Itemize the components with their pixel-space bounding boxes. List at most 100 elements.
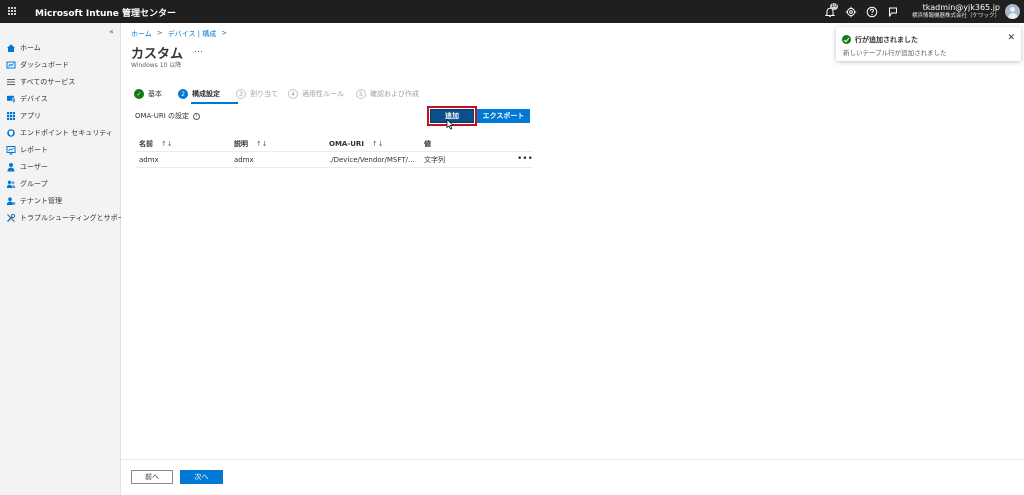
mouse-cursor-icon: [446, 119, 454, 130]
sidebar-item-dashboard[interactable]: ダッシュボード: [6, 58, 69, 72]
step-label: 構成設定: [192, 90, 220, 98]
column-header-description[interactable]: 説明 ↑↓: [234, 136, 268, 152]
step-number: 4: [288, 89, 298, 99]
endpoint-security-icon: [7, 129, 15, 137]
sidebar-item-apps[interactable]: アプリ: [6, 109, 41, 123]
top-icons: 10: [824, 3, 899, 19]
sidebar-item-home[interactable]: ホーム: [6, 41, 41, 55]
sidebar-item-groups[interactable]: グループ: [6, 177, 48, 191]
users-icon: [7, 163, 15, 172]
close-icon[interactable]: ✕: [1007, 33, 1015, 43]
step-label: 適用性ルール: [302, 90, 344, 98]
user-email: tkadmin@yjk365.jp: [922, 3, 1000, 12]
reports-icon: [6, 146, 16, 155]
sort-icon[interactable]: ↑↓: [256, 140, 268, 148]
sidebar-item-label: グループ: [20, 180, 48, 188]
sidebar-item-label: レポート: [20, 146, 48, 154]
tab-basics[interactable]: ✓ 基本: [134, 88, 162, 100]
sidebar-item-reports[interactable]: レポート: [6, 143, 48, 157]
sidebar-item-users[interactable]: ユーザー: [6, 160, 48, 174]
cell-oma-uri: ./Device/Vendor/MSFT/…: [329, 156, 415, 164]
success-check-icon: [842, 35, 851, 44]
info-icon[interactable]: i: [193, 112, 200, 120]
tenant-admin-icon: [6, 197, 16, 205]
sort-icon[interactable]: ↑↓: [372, 140, 384, 148]
breadcrumb-separator: >: [221, 29, 228, 37]
account-info[interactable]: tkadmin@yjk365.jp 横浜情報機器株式会社（ケワック）: [912, 3, 1000, 21]
sidebar-item-label: ホーム: [20, 44, 41, 52]
sidebar-item-label: エンドポイント セキュリティ: [20, 129, 113, 137]
sidebar-item-devices[interactable]: デバイス: [6, 92, 48, 106]
step-label: 確認および作成: [370, 90, 419, 98]
sort-icon[interactable]: ↑↓: [161, 140, 173, 148]
sidebar-item-label: すべてのサービス: [20, 78, 76, 86]
feedback-icon[interactable]: [887, 6, 899, 18]
sidebar-item-label: ダッシュボード: [20, 61, 69, 69]
oma-uri-settings-label: OMA-URI の設定 i: [135, 111, 200, 121]
previous-button[interactable]: 前へ: [131, 470, 173, 484]
page-subtitle: Windows 10 以降: [131, 62, 182, 69]
breadcrumb-devices-link[interactable]: デバイス | 構成: [168, 29, 217, 39]
sidebar-item-troubleshooting[interactable]: トラブルシューティングとサポート: [6, 211, 132, 225]
table-row[interactable]: admx admx ./Device/Vendor/MSFT/… 文字列 •••: [135, 152, 533, 168]
tab-configuration-settings[interactable]: 2 構成設定: [178, 88, 220, 100]
breadcrumb: ホーム > デバイス | 構成 >: [131, 29, 227, 39]
notification-count-badge: 10: [830, 3, 839, 10]
main-content: ホーム > デバイス | 構成 > カスタム … Windows 10 以降 ✓…: [121, 23, 1024, 495]
all-services-icon: [7, 79, 15, 85]
breadcrumb-home-link[interactable]: ホーム: [131, 29, 152, 39]
wizard-footer: 前へ 次へ: [121, 459, 1024, 495]
sidebar-item-label: トラブルシューティングとサポート: [20, 214, 132, 222]
user-organization: 横浜情報機器株式会社（ケワック）: [911, 13, 1000, 19]
section-title: OMA-URI の設定: [135, 112, 189, 120]
sidebar: « ホーム ダッシュボード すべてのサービス デバイス アプリ エンドポイント …: [0, 23, 132, 495]
toast-title: 行が追加されました: [855, 36, 918, 44]
row-more-actions-icon[interactable]: •••: [517, 152, 533, 168]
sidebar-item-label: アプリ: [20, 112, 41, 120]
toast-message: 新しいテーブル行が追加されました: [843, 49, 947, 57]
step-number: 3: [236, 89, 246, 99]
export-button[interactable]: エクスポート: [477, 109, 530, 123]
column-header-value: 値: [424, 140, 431, 148]
step-number: 2: [178, 89, 188, 99]
column-header-oma-uri[interactable]: OMA-URI ↑↓: [329, 136, 384, 152]
tab-review-create[interactable]: 5 確認および作成: [356, 88, 419, 100]
column-header-name[interactable]: 名前 ↑↓: [139, 136, 173, 152]
notifications-icon[interactable]: 10: [824, 3, 839, 18]
apps-icon: [7, 112, 15, 120]
home-icon: [7, 44, 15, 52]
tab-applicability-rules[interactable]: 4 適用性ルール: [288, 88, 344, 100]
active-step-indicator: [191, 102, 238, 104]
step-label: 基本: [148, 90, 162, 98]
app-launcher-icon[interactable]: [8, 7, 17, 16]
dashboard-icon: [6, 61, 16, 69]
more-options-icon[interactable]: …: [194, 45, 203, 55]
sidebar-item-label: デバイス: [20, 95, 48, 103]
app-title[interactable]: Microsoft Intune 管理センター: [35, 6, 176, 19]
sidebar-item-all-services[interactable]: すべてのサービス: [6, 75, 75, 89]
cell-name: admx: [139, 156, 159, 164]
top-bar: Microsoft Intune 管理センター 10 tkadmin@yjk36…: [0, 0, 1024, 23]
troubleshooting-icon: [7, 213, 16, 222]
notification-toast: 行が追加されました 新しいテーブル行が追加されました ✕: [836, 27, 1021, 61]
table-header: 名前 ↑↓ 説明 ↑↓ OMA-URI ↑↓ 値: [135, 136, 533, 152]
settings-gear-icon[interactable]: [845, 6, 857, 18]
avatar[interactable]: [1005, 4, 1020, 19]
collapse-sidebar-icon[interactable]: «: [109, 27, 114, 36]
next-button[interactable]: 次へ: [180, 470, 223, 484]
cell-value: 文字列: [424, 156, 445, 164]
groups-icon: [6, 180, 16, 188]
step-number: 5: [356, 89, 366, 99]
help-icon[interactable]: [866, 6, 878, 18]
sidebar-item-label: ユーザー: [20, 163, 48, 171]
sidebar-item-tenant-admin[interactable]: テナント管理: [6, 194, 62, 208]
oma-uri-table: 名前 ↑↓ 説明 ↑↓ OMA-URI ↑↓ 値 admx admx ./Device…: [135, 136, 533, 168]
cell-description: admx: [234, 156, 254, 164]
breadcrumb-separator: >: [156, 29, 163, 37]
devices-icon: [7, 95, 16, 104]
step-complete-check-icon: ✓: [134, 89, 144, 99]
sidebar-item-label: テナント管理: [20, 197, 62, 205]
step-label: 割り当て: [250, 90, 278, 98]
tab-assignments[interactable]: 3 割り当て: [236, 88, 278, 100]
sidebar-item-endpoint-security[interactable]: エンドポイント セキュリティ: [6, 126, 113, 140]
